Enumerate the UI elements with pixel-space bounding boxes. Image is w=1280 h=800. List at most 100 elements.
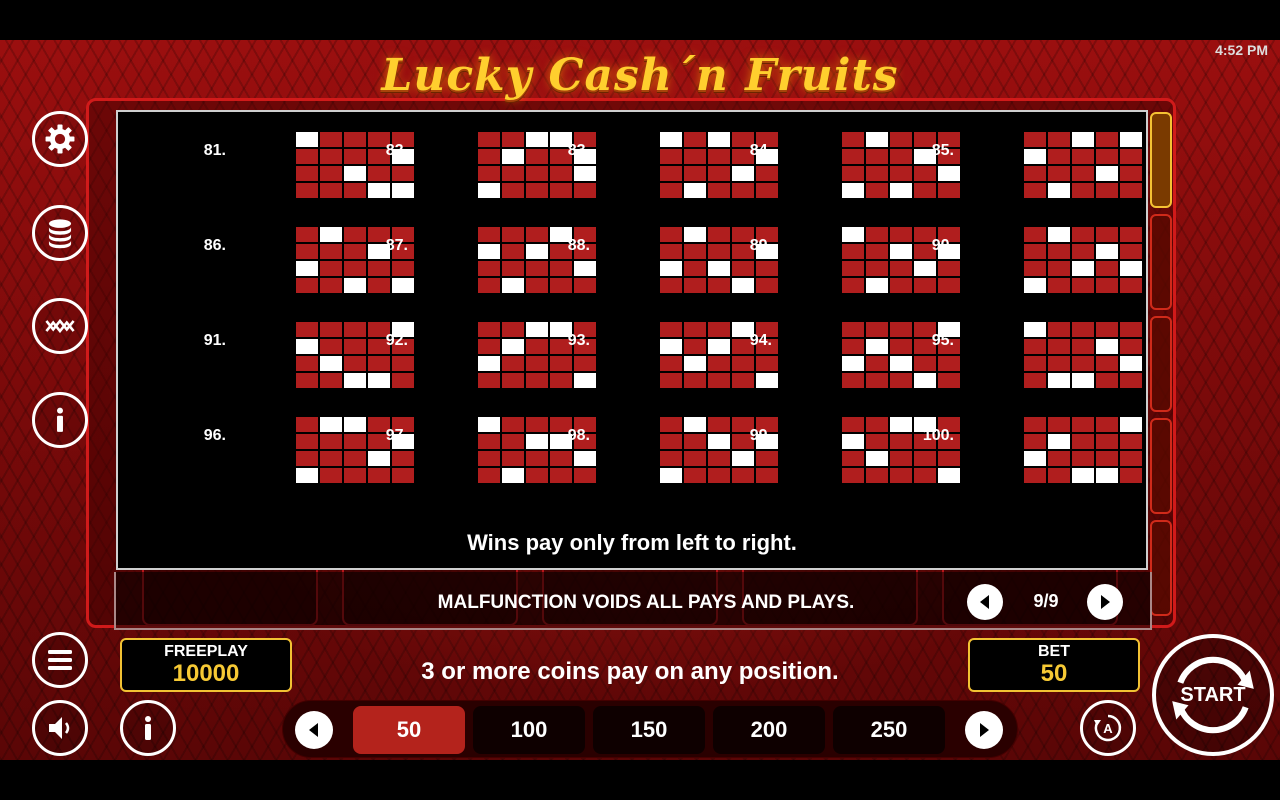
next-page-button[interactable] (1087, 584, 1123, 620)
payline-cell (478, 451, 500, 466)
payline-cell-active (684, 417, 706, 432)
payline-cell-active (708, 434, 730, 449)
paylines-button[interactable] (32, 298, 88, 354)
payline-cell (660, 278, 682, 293)
payline-cell (1096, 451, 1118, 466)
payline-cell (684, 339, 706, 354)
payline-cell-active (1048, 227, 1070, 242)
payline-cell (1072, 417, 1094, 432)
payline-cell-active (842, 356, 864, 371)
payline-cell-active (296, 132, 318, 147)
payline-cell (1120, 339, 1142, 354)
game-info-button[interactable] (120, 700, 176, 756)
paylines-popup: 81. 82. 83. 84. 85. 86. 87. 88. 89. 90. 91. 92. 93. 9… (116, 110, 1148, 570)
payline-number: 81. (203, 142, 226, 159)
payline-cell-active (320, 417, 342, 432)
payline-cell (1072, 183, 1094, 198)
payline-cell (1024, 468, 1046, 483)
paytable-button[interactable] (32, 205, 88, 261)
info-button[interactable] (32, 392, 88, 448)
payline-cell (344, 227, 366, 242)
payline-cell (842, 132, 864, 147)
previous-page-button[interactable] (967, 584, 1003, 620)
speaker-icon (49, 717, 70, 739)
payline-cell (866, 261, 888, 276)
payline-cell (344, 132, 366, 147)
payline-cell (526, 183, 548, 198)
payline-cell (708, 417, 730, 432)
payline-cell-active (1096, 339, 1118, 354)
bet-option[interactable]: 100 (473, 706, 585, 754)
payline-number: 95. (931, 332, 954, 349)
payline-cell (320, 451, 342, 466)
payline-number: 89. (749, 237, 772, 254)
payline-cell (526, 149, 548, 164)
payline-cell-active (1072, 468, 1094, 483)
payline-number: 88. (567, 237, 590, 254)
autoplay-button[interactable]: A (1080, 700, 1136, 756)
settings-button[interactable] (32, 111, 88, 167)
payline-cell-active (1048, 373, 1070, 388)
payline-cell-active (1120, 356, 1142, 371)
payline-cell (478, 261, 500, 276)
bet-option[interactable]: 250 (833, 706, 945, 754)
payline-cell (842, 322, 864, 337)
bet-option[interactable]: 200 (713, 706, 825, 754)
menu-button[interactable] (32, 632, 88, 688)
payline-cell (296, 227, 318, 242)
payline-cell (708, 183, 730, 198)
bet-option[interactable]: 50 (353, 706, 465, 754)
side-strip (1150, 214, 1172, 310)
payline-cell (866, 183, 888, 198)
bet-decrease-button[interactable] (295, 711, 333, 749)
payline-cell-active (344, 166, 366, 181)
payline-cell (296, 278, 318, 293)
payline-number: 100. (922, 427, 954, 444)
payline-item: 81. (186, 132, 414, 202)
payline-cell (708, 451, 730, 466)
payline-cell (296, 417, 318, 432)
payline-cell (296, 434, 318, 449)
payline-cell (684, 322, 706, 337)
payline-cell (502, 166, 524, 181)
start-button[interactable]: START (1152, 634, 1274, 756)
bet-increase-button[interactable] (965, 711, 1003, 749)
payline-item: 85. (914, 132, 1142, 202)
payline-cell-active (866, 339, 888, 354)
payline-cell (1048, 278, 1070, 293)
arrow-right-icon (980, 723, 989, 737)
payline-cell-active (708, 132, 730, 147)
payline-cell (660, 227, 682, 242)
payline-item: 83. (550, 132, 778, 202)
payline-cell (1096, 434, 1118, 449)
payline-cell (320, 322, 342, 337)
payline-cell (1048, 417, 1070, 432)
payline-cell (866, 244, 888, 259)
payline-cell (478, 468, 500, 483)
payline-cell-active (660, 468, 682, 483)
payline-cell (1024, 261, 1046, 276)
payline-pattern (1024, 417, 1142, 483)
payline-cell (1024, 373, 1046, 388)
payline-item: 84. (732, 132, 960, 202)
payline-cell (1048, 339, 1070, 354)
payline-cell (1120, 451, 1142, 466)
payline-cell (866, 322, 888, 337)
payline-cell (1120, 166, 1142, 181)
page-indicator: 9/9 (1033, 591, 1059, 611)
bet-option[interactable]: 150 (593, 706, 705, 754)
payline-cell (526, 278, 548, 293)
payline-cell-active (684, 356, 706, 371)
payline-cell (526, 373, 548, 388)
payline-cell (344, 149, 366, 164)
payline-cell (1120, 278, 1142, 293)
payline-cell (1072, 356, 1094, 371)
sound-button[interactable] (32, 700, 88, 756)
payline-cell-active (684, 227, 706, 242)
payline-cell-active (866, 451, 888, 466)
payline-cell (526, 417, 548, 432)
payline-cell (684, 451, 706, 466)
svg-text:A: A (1103, 721, 1113, 736)
payline-cell (320, 468, 342, 483)
payline-cell (502, 322, 524, 337)
